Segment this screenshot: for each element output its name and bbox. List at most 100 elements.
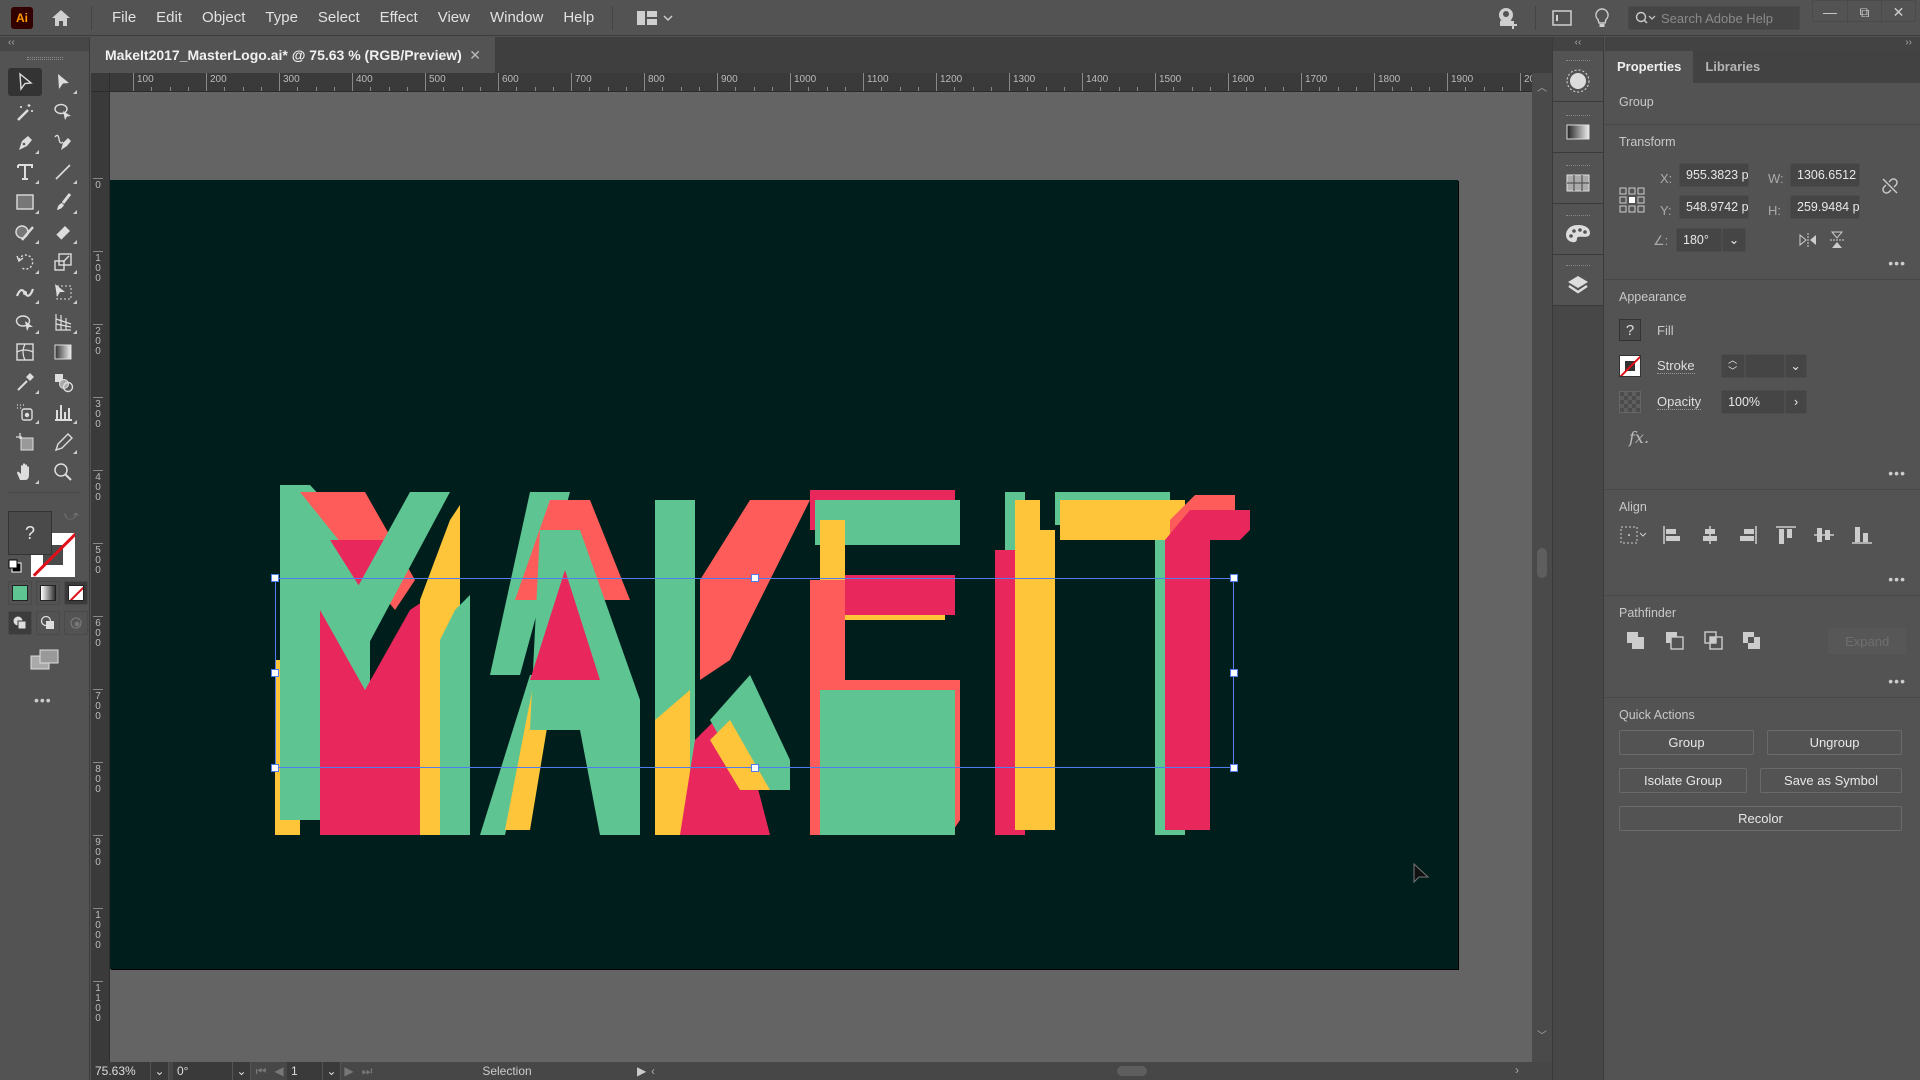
- ruler-origin[interactable]: [91, 73, 110, 92]
- resize-handle-tr[interactable]: [1230, 574, 1238, 582]
- zoom-tool[interactable]: [46, 458, 80, 486]
- make-it-logo-artwork[interactable]: [110, 180, 1458, 969]
- first-artboard-icon[interactable]: ⏮: [251, 1064, 271, 1079]
- panel-grip[interactable]: [26, 57, 63, 60]
- menu-edit[interactable]: Edit: [146, 0, 192, 36]
- perspective-grid-tool[interactable]: [46, 308, 80, 336]
- x-position-input[interactable]: 955.3823 p: [1679, 163, 1749, 187]
- canvas[interactable]: [110, 92, 1532, 1062]
- default-fill-stroke-icon[interactable]: [8, 559, 22, 573]
- document-tab[interactable]: MakeIt2017_MasterLogo.ai* @ 75.63 % (RGB…: [91, 37, 495, 73]
- vertical-scroll-thumb[interactable]: [1537, 548, 1547, 578]
- close-document-icon[interactable]: ✕: [469, 47, 481, 64]
- help-search-input[interactable]: Search Adobe Help: [1628, 6, 1800, 30]
- stroke-color-swatch[interactable]: [1619, 355, 1641, 377]
- fill-color-swatch[interactable]: ?: [1619, 319, 1641, 341]
- rotation-field[interactable]: 0°: [173, 1062, 233, 1080]
- tab-properties[interactable]: Properties: [1605, 51, 1694, 83]
- horizontal-align-right-icon[interactable]: [1733, 522, 1763, 548]
- blend-tool[interactable]: [46, 368, 80, 396]
- opacity-label[interactable]: Opacity: [1657, 394, 1702, 410]
- direct-selection-tool[interactable]: [46, 68, 80, 96]
- minimize-button[interactable]: —: [1813, 1, 1847, 23]
- arrange-documents-icon[interactable]: [1550, 10, 1574, 26]
- resize-handle-bl[interactable]: [271, 764, 279, 772]
- next-artboard-icon[interactable]: ▶: [341, 1064, 357, 1078]
- stroke-weight-stepper[interactable]: ︿ ﹀: [1720, 354, 1745, 378]
- collapse-toolbar-button[interactable]: ‹‹: [0, 37, 89, 51]
- tab-libraries[interactable]: Libraries: [1693, 51, 1772, 83]
- scroll-left-icon[interactable]: ‹: [651, 1064, 665, 1078]
- collapse-dock-button[interactable]: ‹‹: [1553, 37, 1603, 51]
- constrain-proportions-icon[interactable]: [1881, 177, 1899, 198]
- vertical-align-bottom-icon[interactable]: [1847, 522, 1877, 548]
- vertical-ruler[interactable]: 0010020030040050060070080090010001100: [91, 92, 110, 1062]
- free-transform-tool[interactable]: [46, 278, 80, 306]
- draw-normal-button[interactable]: [8, 611, 32, 635]
- artboard-number-field[interactable]: 1: [287, 1062, 323, 1080]
- height-input[interactable]: 259.9484 p: [1790, 195, 1860, 219]
- scale-tool[interactable]: [46, 248, 80, 276]
- rotate-tool[interactable]: [8, 248, 42, 276]
- horizontal-scroll-thumb[interactable]: [1117, 1066, 1147, 1076]
- menu-select[interactable]: Select: [308, 0, 370, 36]
- resize-handle-ml[interactable]: [271, 669, 279, 677]
- pathfinder-unite-icon[interactable]: [1621, 628, 1651, 654]
- draw-behind-button[interactable]: [36, 611, 60, 635]
- ungroup-button[interactable]: Ungroup: [1767, 730, 1902, 755]
- menu-view[interactable]: View: [428, 0, 480, 36]
- horizontal-align-center-icon[interactable]: [1695, 522, 1725, 548]
- resize-handle-mr[interactable]: [1230, 669, 1238, 677]
- paintbrush-tool[interactable]: [46, 188, 80, 216]
- curvature-tool[interactable]: [46, 128, 80, 156]
- restore-button[interactable]: ⧉: [1847, 1, 1881, 23]
- fill-swatch[interactable]: ?: [8, 511, 52, 555]
- color-button[interactable]: [8, 581, 32, 605]
- workspace-switcher[interactable]: [637, 10, 673, 26]
- save-as-symbol-button[interactable]: Save as Symbol: [1760, 768, 1902, 793]
- eraser-tool[interactable]: [46, 218, 80, 246]
- shape-builder-tool[interactable]: [8, 308, 42, 336]
- lasso-tool[interactable]: [46, 98, 80, 126]
- pathfinder-more-options[interactable]: •••: [1888, 673, 1906, 689]
- lightbulb-icon[interactable]: [1590, 8, 1614, 28]
- align-more-options[interactable]: •••: [1888, 571, 1906, 587]
- isolate-group-button[interactable]: Isolate Group: [1619, 768, 1747, 793]
- vertical-align-top-icon[interactable]: [1771, 522, 1801, 548]
- angle-dropdown-icon[interactable]: ⌄: [1722, 228, 1746, 252]
- status-menu-icon[interactable]: ▶: [637, 1064, 651, 1078]
- width-tool[interactable]: [8, 278, 42, 306]
- menu-file[interactable]: File: [102, 0, 146, 36]
- effects-fx-button[interactable]: fx.: [1629, 428, 1906, 447]
- menu-effect[interactable]: Effect: [370, 0, 428, 36]
- opacity-slider-button[interactable]: ›: [1785, 390, 1808, 414]
- swap-fill-stroke-icon[interactable]: ⤻: [64, 507, 79, 524]
- resize-handle-tl[interactable]: [271, 574, 279, 582]
- none-button[interactable]: [64, 581, 88, 605]
- reference-point-icon[interactable]: [1619, 187, 1645, 216]
- swatches-panel-button[interactable]: [1553, 153, 1603, 204]
- artboard-dropdown-icon[interactable]: ⌄: [323, 1062, 341, 1080]
- close-button[interactable]: ✕: [1881, 1, 1915, 23]
- eyedropper-tool[interactable]: [8, 368, 42, 396]
- opacity-input[interactable]: 100%: [1721, 390, 1786, 414]
- menu-object[interactable]: Object: [192, 0, 255, 36]
- resize-handle-br[interactable]: [1230, 764, 1238, 772]
- gradient-button[interactable]: [36, 581, 60, 605]
- y-position-input[interactable]: 548.9742 p: [1679, 195, 1749, 219]
- stroke-weight-input[interactable]: [1744, 354, 1785, 378]
- pathfinder-minus-front-icon[interactable]: [1660, 628, 1690, 654]
- pathfinder-intersect-icon[interactable]: [1699, 628, 1729, 654]
- artboard[interactable]: [110, 180, 1458, 969]
- width-input[interactable]: 1306.6512: [1790, 163, 1860, 187]
- last-artboard-icon[interactable]: ⏭: [357, 1064, 377, 1079]
- gradient-panel-button[interactable]: [1553, 102, 1603, 153]
- pathfinder-exclude-icon[interactable]: [1738, 628, 1768, 654]
- scroll-right-icon[interactable]: ›: [1515, 1063, 1519, 1077]
- horizontal-align-left-icon[interactable]: [1657, 522, 1687, 548]
- rectangle-tool[interactable]: [8, 188, 42, 216]
- zoom-dropdown-icon[interactable]: ⌄: [151, 1062, 169, 1080]
- transform-more-options[interactable]: •••: [1888, 255, 1906, 271]
- align-to-selection-icon[interactable]: [1619, 522, 1649, 548]
- stroke-weight-dropdown-icon[interactable]: ⌄: [1784, 354, 1807, 378]
